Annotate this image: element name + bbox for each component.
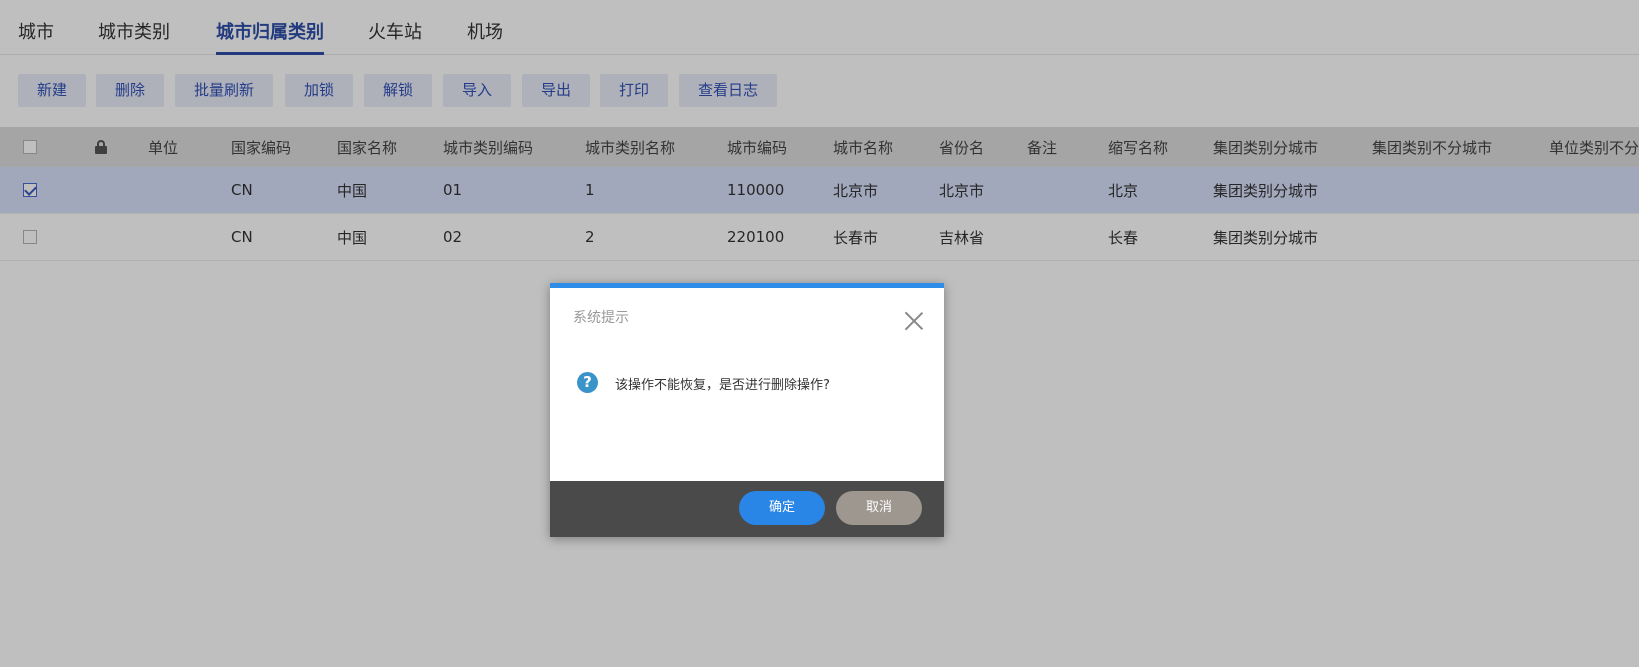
close-icon[interactable] [904,311,924,331]
dialog-accent-bar [550,283,944,288]
cancel-button[interactable]: 取消 [836,491,922,525]
dialog-footer: 确定 取消 [550,481,944,537]
confirm-dialog: 系统提示 ? 该操作不能恢复，是否进行删除操作? 确定 取消 [550,283,944,537]
app: 城市 城市类别 城市归属类别 火车站 机场 新建 删除 批量刷新 加锁 解锁 导… [0,0,1639,667]
confirm-button[interactable]: 确定 [739,491,825,525]
dialog-message: 该操作不能恢复，是否进行删除操作? [615,378,830,393]
question-icon: ? [577,372,598,393]
dialog-title: 系统提示 [573,310,629,326]
